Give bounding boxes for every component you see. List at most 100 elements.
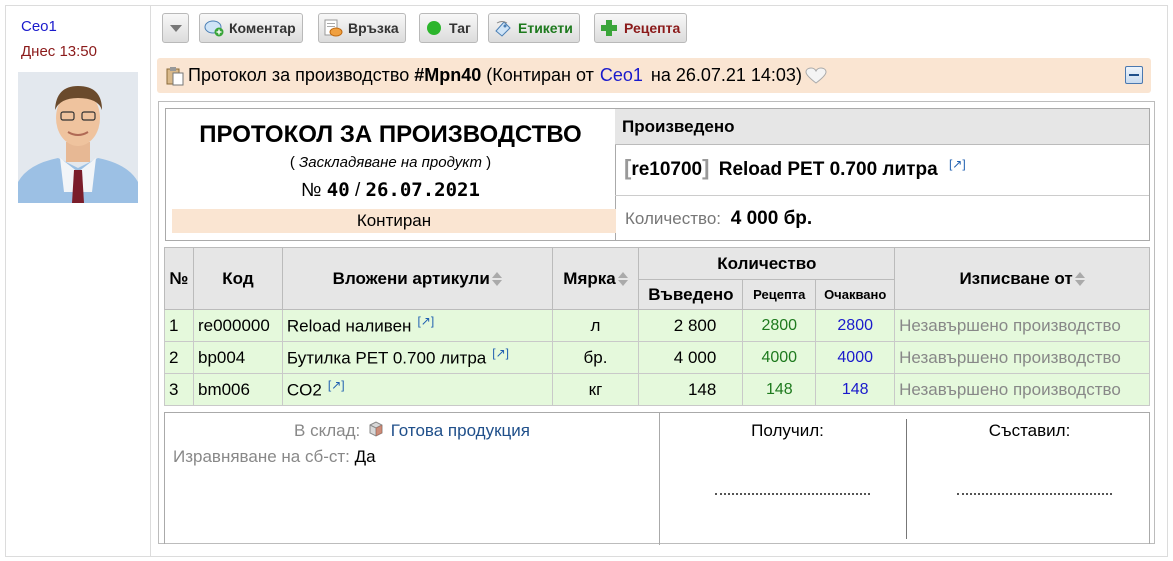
header-author-link[interactable]: Ceo1: [600, 65, 643, 86]
row-recipe: 4000: [742, 341, 817, 374]
external-link-icon[interactable]: [↗]: [492, 346, 509, 360]
heart-outline-icon[interactable]: [805, 66, 827, 85]
sort-icon[interactable]: [491, 272, 502, 287]
subtitle-open: (: [289, 154, 295, 171]
col-header-written-off-label: Изписване от: [959, 268, 1073, 288]
col-header-recipe: Рецепта: [742, 279, 817, 310]
labels-button[interactable]: Етикети: [488, 13, 580, 43]
document-title: ПРОТОКОЛ ЗА ПРОИЗВОДСТВО: [199, 121, 582, 148]
col-header-code: Код: [192, 247, 283, 310]
row-code: bm006: [192, 373, 283, 406]
author-link[interactable]: Ceo1: [21, 18, 57, 35]
col-header-unit-label: Мярка: [563, 268, 616, 288]
col-header-expected: Очаквано: [815, 279, 896, 310]
row-expected: 2800: [815, 309, 896, 342]
row-written-off: Незавършено производство: [894, 341, 1150, 374]
row-item-name[interactable]: Reload наливен: [287, 317, 412, 336]
row-recipe: 2800: [742, 309, 817, 342]
sort-icon[interactable]: [617, 272, 628, 287]
row-written-off: Незавършено производство: [894, 373, 1150, 406]
signature-line: [957, 493, 1112, 495]
link-icon: [323, 19, 343, 37]
row-num: 1: [164, 309, 194, 342]
external-link-icon[interactable]: [↗]: [328, 378, 345, 392]
subtitle-text: Заскладяване на продукт: [299, 154, 482, 171]
produced-heading: Произведено: [615, 109, 1149, 145]
row-unit: бр.: [551, 341, 640, 374]
subtitle-close: ): [486, 154, 492, 171]
box-icon: [368, 421, 384, 437]
document-date: 26.07.2021: [365, 179, 480, 201]
col-header-items[interactable]: Вложени артикули: [281, 247, 553, 310]
minus-icon[interactable]: [1125, 66, 1143, 84]
document-body: ПРОТОКОЛ ЗА ПРОИЗВОДСТВО ( Заскладяване …: [158, 101, 1155, 545]
col-header-written-off[interactable]: Изписване от: [894, 247, 1150, 310]
table-row: 3 bm006 CO2 [↗] кг 148 148 148 Незавършен…: [164, 373, 1150, 406]
document-subtitle: ( Заскладяване на продукт ): [166, 154, 615, 171]
warehouse-label: В склад:: [294, 421, 361, 440]
tag-button-label: Таг: [449, 20, 471, 36]
link-button-label: Връзка: [348, 20, 399, 36]
composed-signature: Съставил:: [907, 421, 1152, 541]
status-badge: Контиран: [172, 209, 616, 233]
header-status-open: (Контиран от: [486, 65, 594, 85]
row-item-name[interactable]: Бутилка PET 0.700 литра: [287, 349, 486, 368]
product-code[interactable]: re10700: [631, 159, 702, 180]
col-header-entered: Въведено: [638, 279, 744, 310]
recipe-button-label: Рецепта: [624, 20, 681, 36]
table-row: 2 bp004 Бутилка PET 0.700 литра [↗] бр. 4…: [164, 341, 1150, 374]
quantity-value: 4 000 бр.: [730, 208, 813, 229]
row-expected: 4000: [815, 341, 896, 374]
external-link-icon[interactable]: [↗]: [417, 314, 434, 328]
tag-button[interactable]: Таг: [419, 13, 478, 43]
col-header-num: №: [164, 247, 194, 310]
table-row: 1 re000000 Reload наливен [↗] л 2 800 280…: [164, 309, 1150, 342]
comment-button-label: Коментар: [229, 20, 296, 36]
warehouse-row: В склад: Готова продукция: [165, 421, 659, 441]
row-code: re000000: [192, 309, 283, 342]
row-entered: 4 000: [638, 341, 744, 374]
header-prefix: Протокол за производство: [188, 65, 410, 85]
col-header-unit[interactable]: Мярка: [551, 247, 640, 310]
link-button[interactable]: Връзка: [318, 13, 406, 43]
product-name: Reload PET 0.700 литра: [718, 159, 938, 180]
number-value: 40: [326, 179, 350, 201]
plus-icon: [599, 19, 619, 37]
author-column: Ceo1 Днес 13:50: [6, 6, 151, 556]
avatar[interactable]: [18, 72, 138, 203]
row-item: Бутилка PET 0.700 литра [↗]: [281, 341, 553, 374]
signature-line: [715, 493, 870, 495]
more-dropdown-button[interactable]: [162, 13, 189, 43]
row-written-off: Незавършено производство: [894, 309, 1150, 342]
row-entered: 2 800: [638, 309, 744, 342]
row-recipe: 148: [742, 373, 817, 406]
received-signature: Получил:: [665, 421, 910, 541]
row-item-name[interactable]: CO2: [287, 381, 322, 400]
received-label: Получил:: [751, 421, 824, 440]
row-item: Reload наливен [↗]: [281, 309, 553, 342]
sort-icon[interactable]: [1074, 272, 1085, 287]
warehouse-link[interactable]: Готова продукция: [391, 421, 530, 440]
external-link-icon[interactable]: [↗]: [949, 157, 966, 171]
chevron-down-icon: [169, 24, 182, 32]
composed-label: Съставил:: [988, 421, 1071, 440]
document-number: № 40 / 26.07.2021: [166, 179, 615, 202]
labels-button-label: Етикети: [518, 20, 573, 36]
clipboard-icon: [165, 66, 185, 86]
cost-value: Да: [354, 447, 376, 466]
document-code: #Mpn40: [414, 65, 482, 85]
produced-product: [re10700] Reload PET 0.700 литра [↗]: [624, 155, 966, 180]
recipe-button[interactable]: Рецепта: [594, 13, 688, 43]
footer-details: В склад: Готова продукция Изравняване на…: [165, 413, 660, 545]
header-date: на 26.07.21 14:03): [650, 65, 802, 85]
items-table: № Код Вложени артикули Мярка Количество …: [164, 247, 1150, 406]
post-time: Днес 13:50: [21, 43, 97, 60]
row-unit: кг: [551, 373, 640, 406]
col-header-items-label: Вложени артикули: [332, 268, 490, 288]
row-unit: л: [551, 309, 640, 342]
number-separator: /: [354, 180, 361, 201]
row-expected: 148: [815, 373, 896, 406]
avatar-image: [18, 72, 138, 203]
comment-button[interactable]: Коментар: [199, 13, 303, 43]
row-item: CO2 [↗]: [281, 373, 553, 406]
